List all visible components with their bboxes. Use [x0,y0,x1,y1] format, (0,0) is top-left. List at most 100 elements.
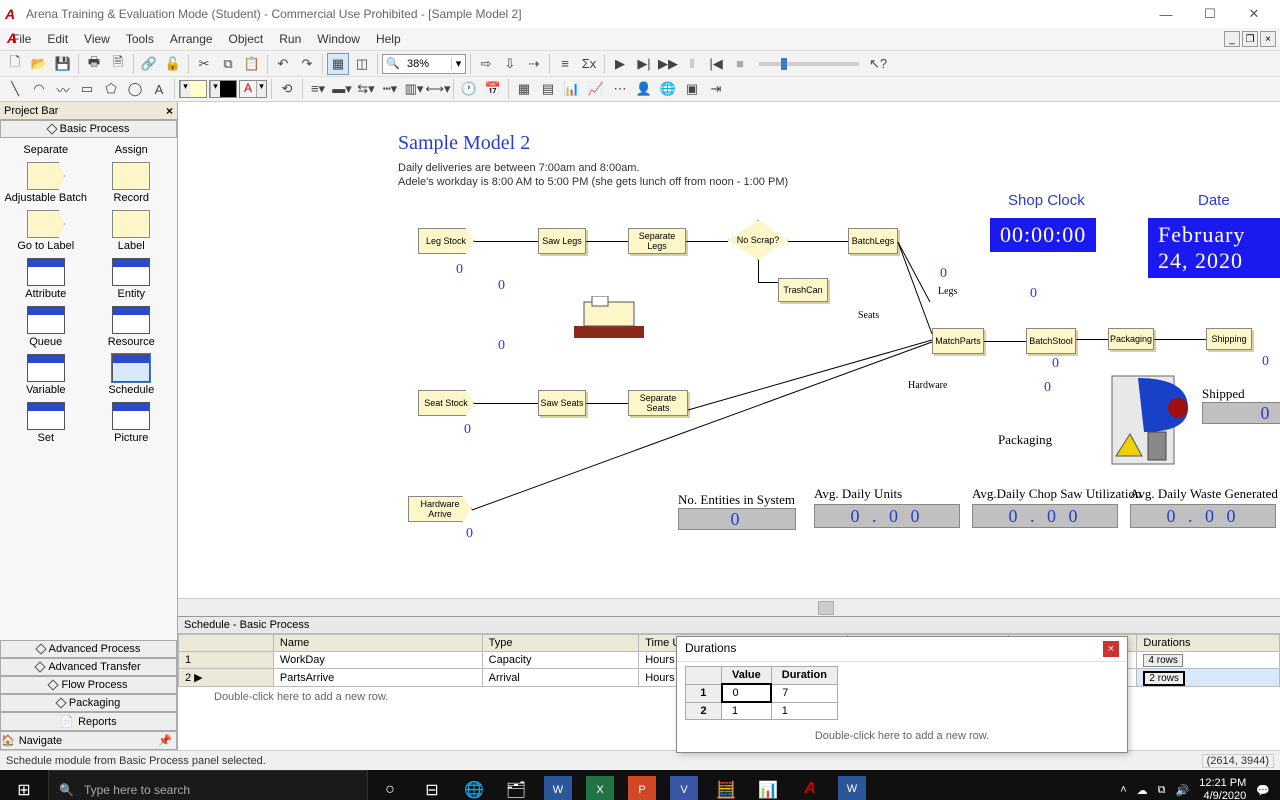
durations-add-row-hint[interactable]: Double-click here to add a new row. [677,724,1127,752]
palette-attribute[interactable]: Attribute [4,258,88,300]
palette-go-to-label[interactable]: Go to Label [4,210,88,252]
node-seat-stock[interactable]: Seat Stock [418,390,474,416]
palette-adjustable-batch[interactable]: Adjustable Batch [4,162,88,204]
text-color-picker[interactable]: A▾ [239,80,267,98]
tray-chevron-icon[interactable]: ˄ [1120,784,1126,796]
node-saw-legs[interactable]: Saw Legs [538,228,586,254]
expression-button[interactable]: ≡ [554,53,576,75]
plot-anim-button[interactable]: 📈 [585,78,607,100]
level-anim-button[interactable]: ▤ [537,78,559,100]
panel-packaging[interactable]: Packaging [0,694,177,712]
tray-clock[interactable]: 12:21 PM4/9/2020 [1199,777,1246,800]
module-down-button[interactable]: ⇩ [499,53,521,75]
run-step-button[interactable]: ▶| [633,53,655,75]
ellipse-tool[interactable]: ◯ [124,78,146,100]
node-separate-seats[interactable]: Separate Seats [628,390,688,416]
run-fast-button[interactable]: ▶▶ [657,53,679,75]
word-running-icon[interactable]: W [838,776,866,800]
durations-button-2[interactable]: 2 rows [1143,671,1184,686]
canvas-horizontal-scrollbar[interactable] [178,598,1280,616]
minimize-button[interactable]: — [1144,0,1188,28]
save-button[interactable]: 💾 [52,53,74,75]
palette-picture[interactable]: Picture [90,402,174,444]
new-button[interactable]: 🗋 [4,53,26,75]
mdi-minimize-button[interactable]: _ [1224,31,1240,47]
cortana-icon[interactable]: ○ [376,776,404,800]
trans-anim-button[interactable]: ⇥ [705,78,727,100]
menu-object[interactable]: Object [221,30,272,48]
model-canvas[interactable]: Sample Model 2 Daily deliveries are betw… [178,102,1280,598]
palette-label[interactable]: Label [90,210,174,252]
palette-schedule[interactable]: Schedule [90,354,174,396]
panel-basic-process[interactable]: Basic Process [0,120,177,138]
panel-advanced-transfer[interactable]: Advanced Transfer [0,658,177,676]
file-explorer-icon[interactable]: 🗂 [502,776,530,800]
help-pointer-button[interactable]: ↖? [867,53,889,75]
date-anim-button[interactable]: 📅 [482,78,504,100]
pattern-button[interactable]: ▥▾ [403,78,425,100]
arrow-style-button[interactable]: ⇆▾ [355,78,377,100]
copy-button[interactable]: ⧉ [217,53,239,75]
palette-queue[interactable]: Queue [4,306,88,348]
speed-slider[interactable] [759,62,859,66]
palette-set[interactable]: Set [4,402,88,444]
pin-icon[interactable]: 📌 [158,734,172,747]
node-leg-stock[interactable]: Leg Stock [418,228,474,254]
palette-separate[interactable]: Separate [4,144,88,156]
menu-run[interactable]: Run [271,30,309,48]
print-preview-button[interactable]: 🗎 [107,53,129,75]
tray-dropbox-icon[interactable]: ⧉ [1158,784,1166,797]
palette-record[interactable]: Record [90,162,174,204]
node-trash-can[interactable]: TrashCan [778,278,828,302]
node-saw-seats[interactable]: Saw Seats [538,390,586,416]
rect-tool[interactable]: ▭ [76,78,98,100]
maximize-button[interactable]: ☐ [1188,0,1232,28]
node-batch-legs[interactable]: BatchLegs [848,228,898,254]
chart-icon[interactable]: 📊 [754,776,782,800]
paste-button[interactable]: 📋 [241,53,263,75]
node-match-parts[interactable]: MatchParts [932,328,984,354]
node-separate-legs[interactable]: Separate Legs [628,228,686,254]
menu-help[interactable]: Help [368,30,409,48]
polyline-tool[interactable]: 〰 [52,78,74,100]
panel-flow-process[interactable]: Flow Process [0,676,177,694]
fill-color-picker[interactable]: ▾ [179,80,207,98]
connect-button[interactable]: ⇢ [523,53,545,75]
visio-icon[interactable]: V [670,776,698,800]
node-batch-stool[interactable]: BatchStool [1026,328,1076,354]
mdi-restore-button[interactable]: ❐ [1242,31,1258,47]
show-dim-button[interactable]: ⟷▾ [427,78,449,100]
project-bar-close-icon[interactable]: × [166,104,173,118]
line-color-picker[interactable]: ▾ [209,80,237,98]
node-packaging[interactable]: Packaging [1108,328,1154,350]
powerpoint-icon[interactable]: P [628,776,656,800]
menu-arrange[interactable]: Arrange [162,30,221,48]
global-anim-button[interactable]: 🌐 [657,78,679,100]
run-start-over-button[interactable]: |◀ [705,53,727,75]
durations-table[interactable]: ValueDuration 107 211 [685,666,838,720]
resource-anim-button[interactable]: 👤 [633,78,655,100]
toggle-layers-button[interactable]: ▦ [327,53,349,75]
node-no-scrap[interactable]: No Scrap? [728,220,788,260]
var-anim-button[interactable]: ▦ [513,78,535,100]
taskbar-search[interactable]: 🔍 Type here to search [48,770,368,800]
line-tool[interactable]: ╲ [4,78,26,100]
detach-button[interactable]: 🔓 [162,53,184,75]
arc-tool[interactable]: ◠ [28,78,50,100]
clock-anim-button[interactable]: 🕐 [458,78,480,100]
line-style-button[interactable]: ≡▾ [307,78,329,100]
excel-icon[interactable]: X [586,776,614,800]
zoom-dropdown-icon[interactable]: ▾ [451,57,465,70]
run-pause-button[interactable]: ‖ [681,53,703,75]
word-icon[interactable]: W [544,776,572,800]
undo-button[interactable]: ↶ [272,53,294,75]
print-button[interactable]: 🖶 [83,53,105,75]
palette-entity[interactable]: Entity [90,258,174,300]
durations-button-1[interactable]: 4 rows [1143,654,1182,667]
attach-button[interactable]: 🔗 [138,53,160,75]
module-next-button[interactable]: ⇨ [475,53,497,75]
node-shipping[interactable]: Shipping [1206,328,1252,350]
mdi-close-button[interactable]: × [1260,31,1276,47]
panel-reports[interactable]: 📄Reports [0,712,177,731]
start-button[interactable]: ⊞ [0,770,48,800]
